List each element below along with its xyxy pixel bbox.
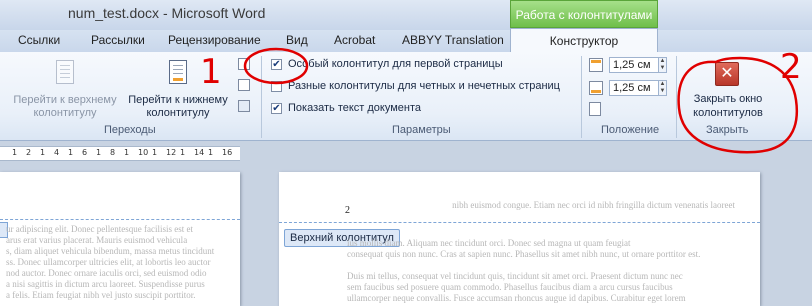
annotation-circle-checkbox xyxy=(243,47,309,85)
annotation-number-2: 2 xyxy=(780,47,802,87)
annotation-number-1: 1 xyxy=(200,52,222,92)
annotation-layer xyxy=(243,47,799,154)
